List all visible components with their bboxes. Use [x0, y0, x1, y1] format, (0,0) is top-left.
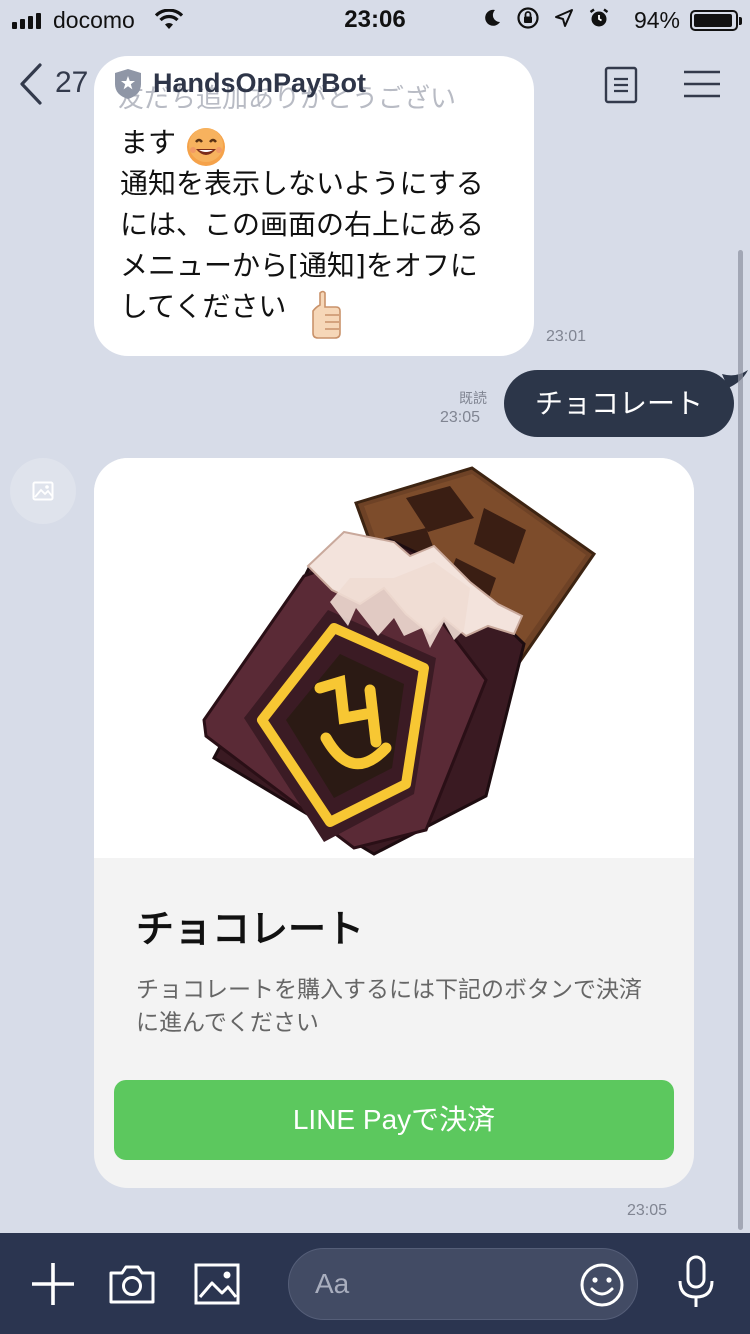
hamburger-menu-icon[interactable]: [683, 70, 721, 98]
microphone-icon[interactable]: [676, 1255, 716, 1311]
unread-count[interactable]: 27: [55, 66, 88, 100]
battery-icon: [690, 10, 742, 31]
chat-title: HandsOnPayBot: [153, 68, 367, 98]
emoji-icon[interactable]: [579, 1262, 625, 1308]
card-description: チョコレートを購入するには下記のボタンで決済に進んでください: [136, 977, 642, 1036]
product-card[interactable]: チョコレート チョコレートを購入するには下記のボタンで決済に進んでください LI…: [94, 458, 694, 1188]
location-arrow-icon: [555, 9, 573, 27]
message-composer: [0, 1233, 750, 1334]
status-bar: docomo 23:06 94%: [0, 0, 750, 40]
chocolate-bar-illustration: [202, 466, 597, 856]
moon-icon: [485, 9, 500, 26]
chat-area[interactable]: 友だち追加ありがとうござい ます 通知を表示しないようにする には、この画面の右…: [0, 40, 750, 1233]
image-icon[interactable]: [194, 1263, 240, 1305]
card-title: チョコレート: [136, 907, 365, 951]
rotation-lock-icon: [517, 7, 539, 29]
thumbs-up-emoji-icon: [312, 290, 341, 339]
scrollbar[interactable]: [738, 250, 743, 1230]
outgoing-message-bubble: チョコレート: [504, 370, 734, 437]
line-pay-button[interactable]: LINE Payで決済: [114, 1080, 674, 1160]
message-input[interactable]: [315, 1249, 585, 1319]
message-timestamp: 23:05: [440, 409, 481, 426]
message-timestamp: 23:01: [546, 328, 587, 345]
smiling-face-emoji-icon: [187, 128, 225, 166]
camera-icon[interactable]: [108, 1263, 156, 1305]
battery-percent: 94%: [633, 7, 680, 33]
back-chevron-icon[interactable]: [18, 62, 44, 106]
message-input-container[interactable]: [288, 1248, 638, 1320]
plus-icon[interactable]: [30, 1261, 76, 1307]
notes-icon[interactable]: [604, 66, 638, 104]
official-account-shield-icon: [115, 69, 141, 99]
image-placeholder-icon: [32, 481, 54, 501]
chat-header: 27 HandsOnPayBot: [0, 40, 750, 128]
alarm-icon: [589, 8, 609, 27]
product-image[interactable]: [94, 458, 694, 858]
bot-avatar[interactable]: [10, 458, 76, 524]
message-timestamp: 23:05: [627, 1202, 668, 1219]
read-receipt: 既読: [459, 391, 487, 407]
